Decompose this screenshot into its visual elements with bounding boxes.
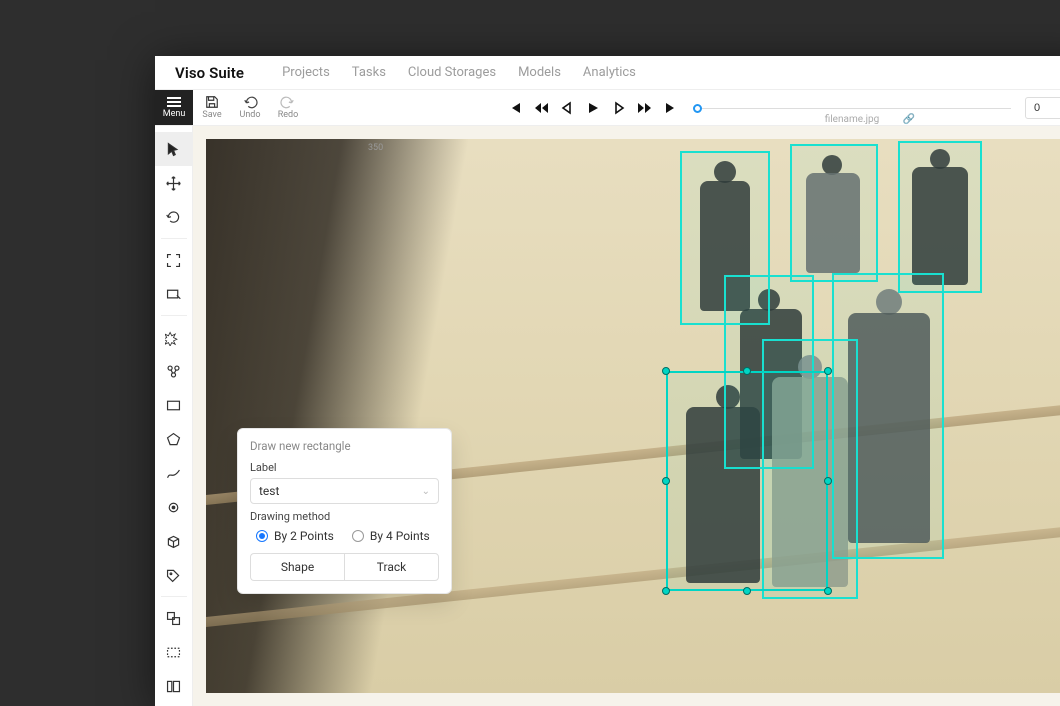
hamburger-icon: [167, 97, 181, 107]
playback-controls: [507, 90, 679, 125]
step-back-button[interactable]: [559, 100, 575, 116]
save-icon: [204, 95, 220, 109]
step-forward-button[interactable]: [611, 100, 627, 116]
tool-rotate[interactable]: [155, 200, 193, 234]
nav-cloud-storages[interactable]: Cloud Storages: [408, 65, 496, 80]
label-caption: Label: [250, 461, 439, 474]
tool-select-region[interactable]: [155, 277, 193, 311]
label-select[interactable]: test ⌄: [250, 478, 439, 504]
radio-by-2-points[interactable]: By 2 Points: [256, 529, 334, 543]
bbox-handle[interactable]: [743, 587, 751, 595]
tool-fit[interactable]: [155, 243, 193, 277]
draw-rectangle-popover: Draw new rectangle Label test ⌄ Drawing …: [237, 428, 452, 594]
popover-title: Draw new rectangle: [250, 439, 439, 453]
tool-merge[interactable]: [155, 601, 193, 635]
canvas-area[interactable]: 350 Draw new rectangle: [193, 126, 1060, 706]
track-button[interactable]: Track: [344, 553, 439, 581]
tool-cursor[interactable]: [155, 132, 193, 166]
toolbar: Menu Save Undo Redo filename.jpg �: [155, 90, 1060, 126]
detection-bbox[interactable]: [790, 144, 878, 282]
chevron-down-icon: ⌄: [422, 486, 430, 497]
bbox-handle[interactable]: [662, 367, 670, 375]
menu-label: Menu: [163, 109, 186, 119]
nav-models[interactable]: Models: [518, 65, 561, 80]
first-frame-button[interactable]: [507, 100, 523, 116]
undo-icon: [242, 95, 258, 109]
undo-button[interactable]: Undo: [231, 90, 269, 125]
tool-move[interactable]: [155, 166, 193, 200]
tool-polyline[interactable]: [155, 456, 193, 490]
tool-sidebar: [155, 126, 193, 706]
tool-layout[interactable]: [155, 669, 193, 703]
tool-group[interactable]: [155, 354, 193, 388]
frame-number-input[interactable]: [1025, 97, 1060, 119]
ruler-tick: 350: [368, 143, 383, 153]
current-filename: filename.jpg: [825, 114, 880, 125]
redo-label: Redo: [278, 110, 299, 120]
tool-rectangle[interactable]: [155, 388, 193, 422]
bbox-handle[interactable]: [824, 587, 832, 595]
last-frame-button[interactable]: [663, 100, 679, 116]
nav-tasks[interactable]: Tasks: [352, 65, 386, 80]
label-value: test: [259, 484, 279, 498]
tool-polygon[interactable]: [155, 422, 193, 456]
tool-split[interactable]: [155, 635, 193, 669]
detection-bbox[interactable]: [666, 371, 828, 591]
radio-by-4-points[interactable]: By 4 Points: [352, 529, 430, 543]
timeline-slider[interactable]: filename.jpg 🔗: [693, 90, 1011, 125]
nav-projects[interactable]: Projects: [282, 65, 330, 80]
menu-button[interactable]: Menu: [155, 90, 193, 125]
bbox-handle[interactable]: [743, 367, 751, 375]
redo-icon: [280, 95, 296, 109]
detection-bbox[interactable]: [898, 141, 982, 293]
brand: Viso Suite: [175, 64, 244, 82]
bbox-handle[interactable]: [662, 477, 670, 485]
save-button[interactable]: Save: [193, 90, 231, 125]
app-window: Viso Suite Projects Tasks Cloud Storages…: [155, 56, 1060, 706]
timeline-knob[interactable]: [693, 104, 702, 113]
radio-label-4pts: By 4 Points: [370, 529, 430, 543]
tool-tag[interactable]: [155, 558, 193, 592]
undo-label: Undo: [239, 110, 260, 120]
play-button[interactable]: [585, 100, 601, 116]
shape-button[interactable]: Shape: [250, 553, 344, 581]
redo-button[interactable]: Redo: [269, 90, 307, 125]
tool-ai[interactable]: [155, 320, 193, 354]
fast-backward-button[interactable]: [533, 100, 549, 116]
top-nav: Viso Suite Projects Tasks Cloud Storages…: [155, 56, 1060, 90]
tool-points[interactable]: [155, 490, 193, 524]
bbox-handle[interactable]: [662, 587, 670, 595]
nav-analytics[interactable]: Analytics: [583, 65, 636, 80]
radio-label-2pts: By 2 Points: [274, 529, 334, 543]
fast-forward-button[interactable]: [637, 100, 653, 116]
bbox-handle[interactable]: [824, 367, 832, 375]
tool-cuboid[interactable]: [155, 524, 193, 558]
bbox-handle[interactable]: [824, 477, 832, 485]
save-label: Save: [202, 110, 221, 120]
method-caption: Drawing method: [250, 510, 439, 523]
link-icon[interactable]: 🔗: [903, 114, 915, 125]
